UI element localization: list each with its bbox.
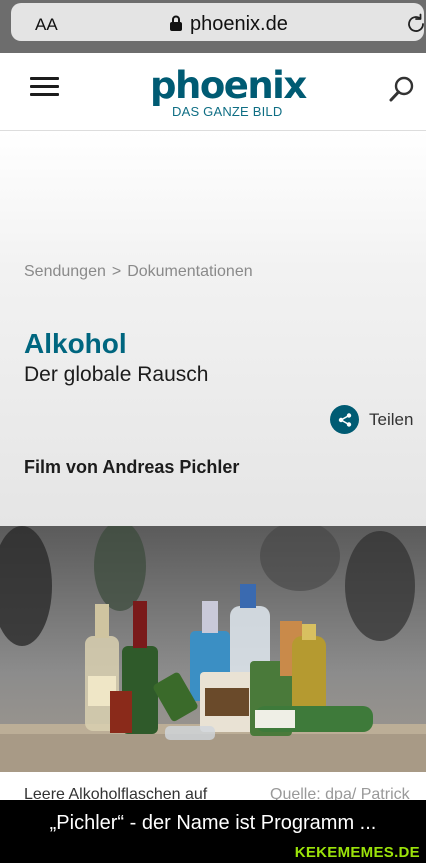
- browser-toolbar: AA phoenix.de: [0, 0, 426, 53]
- share-button[interactable]: Teilen: [330, 405, 413, 434]
- phoenix-logo[interactable]: phoenix DAS GANZE BILD: [150, 64, 307, 119]
- page-subtitle: Der globale Rausch: [24, 363, 209, 386]
- breadcrumb-separator: >: [111, 263, 122, 280]
- hamburger-menu-icon[interactable]: [30, 77, 59, 97]
- share-icon: [330, 405, 359, 434]
- reload-icon[interactable]: [404, 12, 426, 36]
- byline: Film von Andreas Pichler: [24, 457, 240, 477]
- breadcrumb-item-sendungen[interactable]: Sendungen: [24, 263, 106, 281]
- breadcrumb: Sendungen > Dokumentationen: [24, 263, 253, 281]
- page-title: Alkohol: [24, 328, 127, 359]
- logo-tagline: DAS GANZE BILD: [172, 104, 283, 119]
- photo-caption-row: Leere Alkoholflaschen auf Quelle: dpa/ P…: [0, 772, 426, 800]
- article-hero: Sendungen > Dokumentationen Alkohol Der …: [0, 131, 426, 526]
- lock-icon: [170, 15, 182, 31]
- share-label: Teilen: [369, 409, 414, 429]
- meme-caption-bar: „Pichler“ - der Name ist Programm ... KE…: [0, 800, 426, 863]
- photo-source: Quelle: dpa/ Patrick: [270, 786, 410, 800]
- breadcrumb-item-dokumentationen[interactable]: Dokumentationen: [127, 263, 252, 281]
- search-icon[interactable]: [388, 75, 416, 103]
- text-size-button[interactable]: AA: [35, 15, 58, 35]
- photo-caption: Leere Alkoholflaschen auf: [24, 786, 208, 800]
- site-header: phoenix DAS GANZE BILD: [0, 53, 426, 131]
- address-bar[interactable]: AA phoenix.de: [11, 3, 424, 41]
- url-text[interactable]: phoenix.de: [190, 13, 288, 36]
- meme-caption: „Pichler“ - der Name ist Programm ...: [49, 812, 377, 834]
- watermark: KEKEMEMES.DE: [294, 844, 420, 861]
- logo-wordmark: phoenix: [150, 64, 307, 107]
- article-photo: [0, 526, 426, 772]
